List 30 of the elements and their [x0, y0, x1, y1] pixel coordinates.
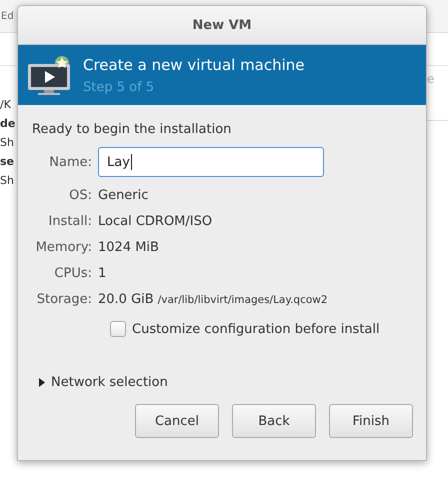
checkbox[interactable]	[110, 321, 126, 337]
list-text: Sh	[0, 174, 15, 188]
header-title: Create a new virtual machine	[83, 56, 305, 74]
window-title: New VM	[192, 18, 252, 32]
field-value: 1	[98, 266, 106, 281]
dialog-button[interactable]: Cancel	[135, 404, 219, 438]
field-value: Local CDROM/ISO	[98, 214, 212, 229]
checkbox-label: Customize configuration before install	[132, 322, 380, 336]
list-text: Sh	[0, 136, 15, 150]
field-value: Generic	[98, 188, 148, 203]
field-label: Install:	[47, 214, 92, 229]
section-heading: Ready to begin the installation	[32, 122, 232, 137]
list-text: e	[426, 72, 434, 86]
network-expander[interactable]: Network selection	[39, 375, 426, 390]
list-text: de	[0, 117, 16, 131]
field-label: Name:	[48, 154, 92, 170]
file-path: /var/lib/libvirt/images/Lay.qcow2	[158, 294, 328, 306]
field-label: Memory:	[34, 240, 92, 255]
step-label: Step 5 of 5	[83, 80, 156, 94]
dialog-button[interactable]: Finish	[329, 404, 413, 438]
field-label: OS:	[68, 188, 92, 203]
menu-item[interactable]: Ed	[1, 10, 14, 22]
field-value: 20.0 GiB	[98, 292, 154, 307]
field-label: CPUs:	[53, 266, 92, 281]
list-text: /K	[0, 98, 12, 112]
field-label: Storage:	[36, 292, 92, 307]
name-field[interactable]: Lay	[98, 147, 324, 177]
list-text: se	[0, 155, 16, 169]
field-value: 1024 MiB	[98, 240, 159, 255]
dialog-button[interactable]: Back	[232, 404, 316, 438]
